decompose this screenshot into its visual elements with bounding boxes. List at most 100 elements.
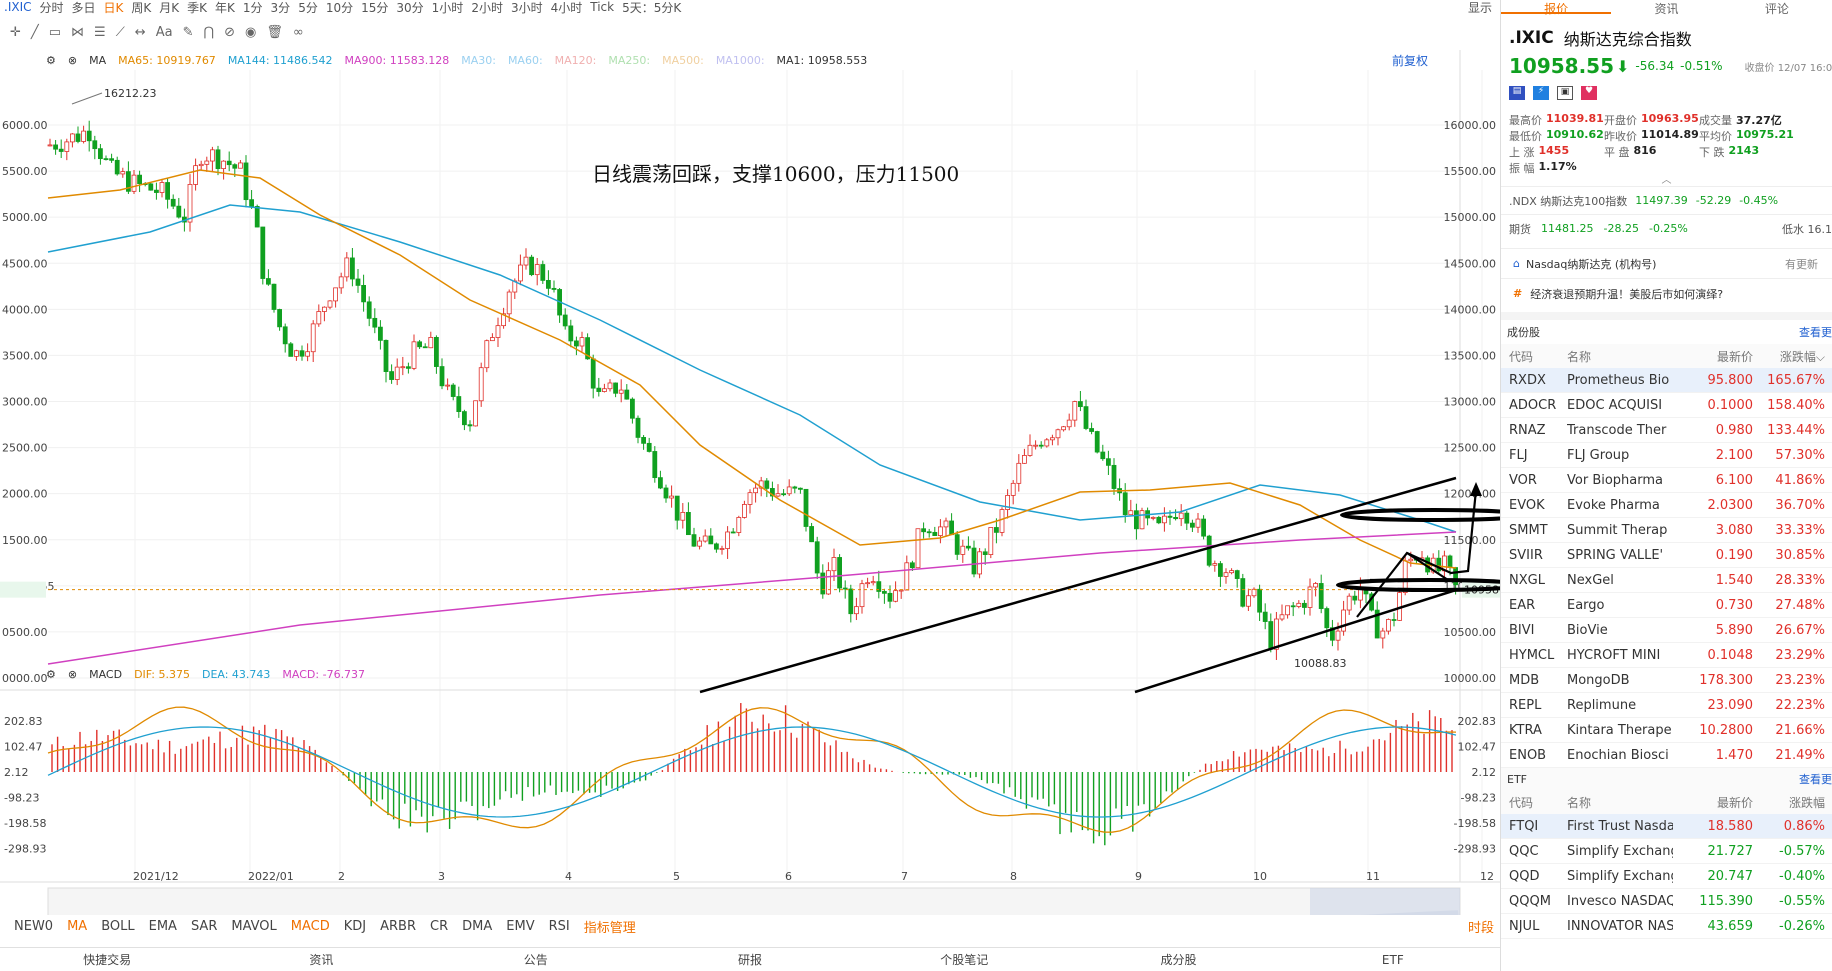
constituent-row[interactable]: ENOB Enochian Biosci 1.470 21.49% — [1501, 743, 1832, 768]
indicator-0[interactable]: NEW0 — [14, 919, 53, 934]
indicator-3[interactable]: EMA — [149, 919, 177, 934]
settings-icon[interactable]: ⚙ — [46, 668, 56, 681]
constituent-row[interactable]: SMMT Summit Therap 3.080 33.33% — [1501, 518, 1832, 543]
flash-icon[interactable]: ⚡ — [1533, 86, 1549, 100]
candle-body — [826, 570, 831, 595]
fuquan-button[interactable]: 前复权 — [1392, 52, 1428, 69]
constituent-row[interactable]: REPL Replimune 23.090 22.23% — [1501, 693, 1832, 718]
row-code: VOR — [1509, 472, 1537, 488]
news-row-2[interactable]: # 经济衰退预期升温！美股后市如何演绎? — [1501, 278, 1832, 308]
row-change: 28.33% — [1775, 572, 1825, 588]
resistance-ellipse[interactable] — [1340, 508, 1500, 522]
ma-item-7[interactable]: MA500: — [662, 54, 704, 67]
constituent-row[interactable]: EAR Eargo 0.730 27.48% — [1501, 593, 1832, 618]
ma-item-0[interactable]: MA65: 10919.767 — [118, 54, 216, 67]
heart-icon[interactable]: ♥ — [1581, 86, 1597, 100]
ndx-row[interactable]: .NDX 纳斯达克100指数 11497.39 -52.29 -0.45% — [1501, 186, 1832, 214]
futures-row[interactable]: 期货 11481.25 -28.25 -0.25% 低水 16.1 — [1501, 214, 1832, 242]
bottom-tab-6[interactable]: ETF — [1286, 953, 1500, 967]
kline-chart[interactable]: 16000.00 15500.00 15000.00 14500.00 14000.00… — [0, 0, 1500, 915]
bottom-tab-4[interactable]: 个股笔记 — [857, 951, 1071, 968]
tab-comments[interactable]: 评论 — [1722, 0, 1832, 16]
bottom-tab-3[interactable]: 研报 — [643, 951, 857, 968]
candle-body — [310, 323, 316, 353]
flag-icon[interactable]: ▤ — [1509, 86, 1525, 100]
constituent-row[interactable]: BIVI BioVie 5.890 26.67% — [1501, 618, 1832, 643]
etf-row[interactable]: NJUL INNOVATOR NAS 43.659 -0.26% — [1501, 914, 1832, 939]
ma-item-8[interactable]: MA1000: — [716, 54, 765, 67]
indicator-7[interactable]: KDJ — [344, 919, 366, 934]
etf-more-link[interactable]: 查看更 — [1799, 771, 1832, 787]
constituent-row[interactable]: MDB MongoDB 178.300 23.23% — [1501, 668, 1832, 693]
indicator-6[interactable]: MACD — [291, 919, 330, 934]
close-icon[interactable]: ⊗ — [68, 668, 77, 681]
bottom-tab-2[interactable]: 公告 — [429, 951, 643, 968]
indicator-13[interactable]: 指标管理 — [584, 917, 636, 936]
lower-trendline[interactable] — [1134, 588, 1457, 694]
close-icon[interactable]: ⊗ — [68, 54, 77, 67]
etf-col-name[interactable]: 名称 — [1567, 794, 1673, 811]
constituent-row[interactable]: SVIIR SPRING VALLE' 0.190 30.85% — [1501, 543, 1832, 568]
indicator-8[interactable]: ARBR — [380, 919, 416, 934]
candle-body — [1324, 608, 1330, 629]
col-price[interactable]: 最新价 — [1673, 348, 1757, 365]
settings-icon[interactable]: ⚙ — [46, 54, 56, 67]
constituent-row[interactable]: FLJ FLJ Group 2.100 57.30% — [1501, 443, 1832, 468]
indicator-12[interactable]: RSI — [549, 919, 570, 934]
ma-item-4[interactable]: MA60: — [508, 54, 543, 67]
etf-col-price[interactable]: 最新价 — [1673, 794, 1757, 811]
constituent-row[interactable]: RXDX Prometheus Bio 95.800 165.67% — [1501, 368, 1832, 393]
constituent-row[interactable]: VOR Vor Biopharma 6.100 41.86% — [1501, 468, 1832, 493]
bottom-tab-0[interactable]: 快捷交易 — [0, 951, 214, 968]
collapse-icon[interactable]: ︿ — [1501, 176, 1832, 186]
period-range-button[interactable]: 时段 — [1468, 917, 1494, 936]
candle-body — [540, 264, 546, 281]
constituent-row[interactable]: HYMCL HYCROFT MINI 0.1048 23.29% — [1501, 643, 1832, 668]
bottom-tab-5[interactable]: 成分股 — [1071, 951, 1285, 968]
stat-cell: 下 跌 2143 — [1699, 144, 1794, 160]
ma-item-3[interactable]: MA30: — [461, 54, 496, 67]
indicator-1[interactable]: MA — [67, 919, 87, 934]
constituent-row[interactable]: EVOK Evoke Pharma 2.0300 36.70% — [1501, 493, 1832, 518]
overview-window[interactable] — [1310, 888, 1460, 915]
ma-item-6[interactable]: MA250: — [608, 54, 650, 67]
row-change: 26.67% — [1775, 622, 1825, 638]
ma-item-1[interactable]: MA144: 11486.542 — [228, 54, 333, 67]
constituent-row[interactable]: RNAZ Transcode Ther 0.980 133.44% — [1501, 418, 1832, 443]
constituent-row[interactable]: NXGL NexGel 1.540 28.33% — [1501, 568, 1832, 593]
indicator-10[interactable]: DMA — [462, 919, 492, 934]
constituent-row[interactable]: KTRA Kintara Therape 10.2800 21.66% — [1501, 718, 1832, 743]
indicator-5[interactable]: MAVOL — [231, 919, 276, 934]
ma-item-5[interactable]: MA120: — [555, 54, 597, 67]
etf-row[interactable]: QQC Simplify Exchange 21.727 -0.57% — [1501, 839, 1832, 864]
ma-item-9[interactable]: MA1: 10958.553 — [777, 54, 868, 67]
constituent-row[interactable]: ADOCR EDOC ACQUISI 0.1000 158.40% — [1501, 393, 1832, 418]
note-icon[interactable]: ▣ — [1557, 86, 1573, 100]
indicator-11[interactable]: EMV — [506, 919, 534, 934]
col-change[interactable]: 涨跌幅⌵ — [1757, 348, 1827, 365]
etf-row[interactable]: FTQI First Trust Nasdaq 18.580 0.86% — [1501, 814, 1832, 839]
ma-label[interactable]: MA — [89, 54, 106, 67]
news-row-1[interactable]: ⌂ Nasdaq纳斯达克 (机构号) 有更新 — [1501, 248, 1832, 278]
macd-label[interactable]: MACD — [89, 668, 122, 681]
candle-body — [288, 343, 294, 357]
etf-row[interactable]: QQD Simplify Exchange 20.747 -0.40% — [1501, 864, 1832, 889]
indicator-4[interactable]: SAR — [191, 919, 217, 934]
stat-value: 2143 — [1728, 144, 1760, 157]
stat-cell: 平均价 10975.21 — [1699, 128, 1794, 144]
etf-col-code[interactable]: 代码 — [1501, 794, 1567, 811]
bottom-tab-1[interactable]: 资讯 — [214, 951, 428, 968]
indicator-9[interactable]: CR — [430, 919, 448, 934]
indicator-2[interactable]: BOLL — [101, 919, 134, 934]
tab-news[interactable]: 资讯 — [1611, 0, 1721, 16]
tab-quote[interactable]: 报价 — [1501, 0, 1612, 16]
etf-col-change[interactable]: 涨跌幅 — [1757, 794, 1827, 811]
overview-navigator[interactable] — [47, 887, 1461, 915]
ndx-name: .NDX 纳斯达克100指数 — [1509, 194, 1628, 208]
col-code[interactable]: 代码 — [1501, 348, 1567, 365]
etf-row[interactable]: QQQM Invesco NASDAQ 115.390 -0.55% — [1501, 889, 1832, 914]
constituents-more-link[interactable]: 查看更 — [1799, 324, 1832, 340]
ma-item-2[interactable]: MA900: 11583.128 — [345, 54, 450, 67]
trendlines[interactable] — [699, 476, 1500, 694]
col-name[interactable]: 名称 — [1567, 348, 1673, 365]
